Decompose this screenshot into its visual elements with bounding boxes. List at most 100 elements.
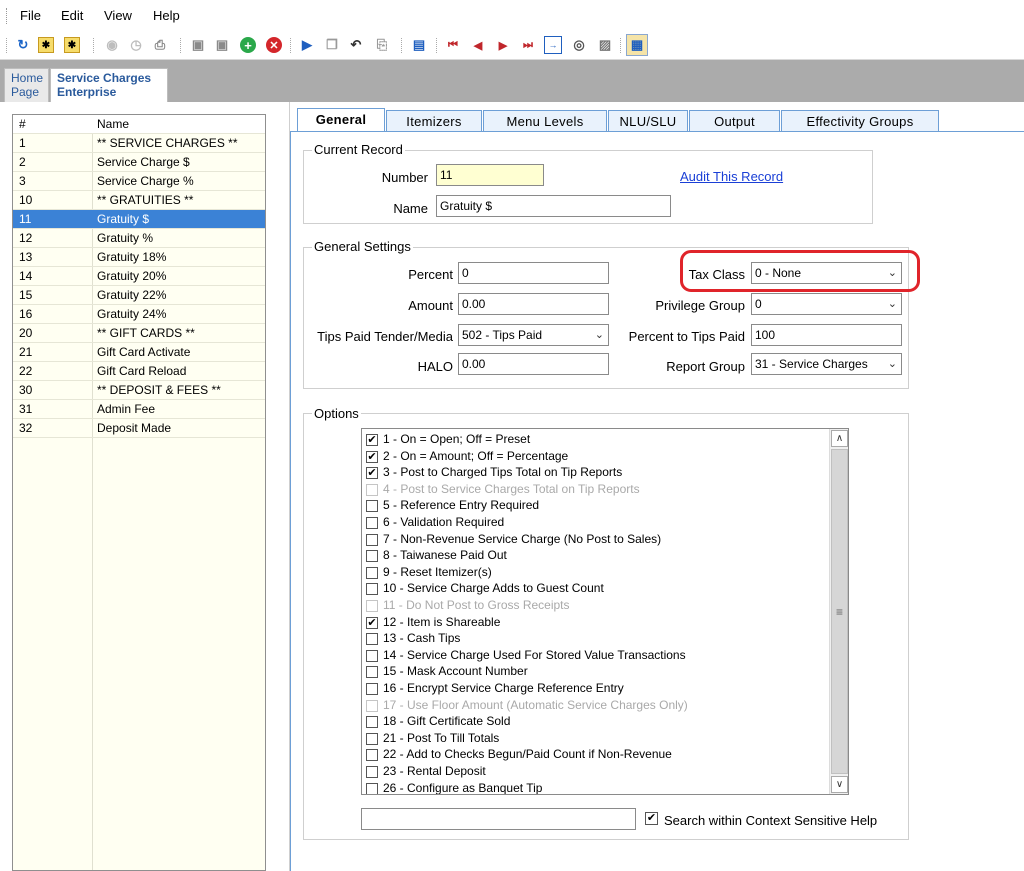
grid-row[interactable]: 21 Gift Card Activate — [13, 343, 265, 362]
blue-doc-icon[interactable]: ▤ — [410, 36, 428, 54]
option-checkbox[interactable] — [366, 583, 378, 596]
percent-to-tips-field[interactable]: 100 — [751, 324, 902, 346]
grid-row[interactable]: 12 Gratuity % — [13, 229, 265, 248]
grid-row[interactable]: 2 Service Charge $ — [13, 153, 265, 172]
grid-row[interactable]: 15 Gratuity 22% — [13, 286, 265, 305]
option-checkbox[interactable] — [366, 483, 378, 496]
tab-output[interactable]: Output — [689, 110, 780, 133]
doc-tab-home-line2: Page — [11, 85, 40, 99]
tab-menu-levels[interactable]: Menu Levels — [483, 110, 607, 133]
option-checkbox[interactable] — [366, 649, 378, 662]
tab-nlu-slu[interactable]: NLU/SLU — [608, 110, 688, 133]
help-search-input[interactable] — [361, 808, 636, 830]
option-checkbox[interactable]: ✔ — [366, 434, 378, 446]
grid-row[interactable]: 10 ** GRATUITIES ** — [13, 191, 265, 210]
grid-cell-name: Service Charge % — [97, 174, 194, 188]
goto-icon[interactable]: → — [544, 36, 562, 54]
circle-icon[interactable]: ◉ — [103, 36, 121, 54]
option-checkbox[interactable] — [366, 782, 378, 794]
tips-paid-select[interactable]: 502 - Tips Paid ⌄ — [458, 324, 609, 346]
percent-field[interactable]: 0 — [458, 262, 609, 284]
tab-itemizers[interactable]: Itemizers — [386, 110, 482, 133]
option-checkbox[interactable]: ✔ — [366, 450, 378, 463]
grid-row[interactable]: 31 Admin Fee — [13, 400, 265, 419]
audit-record-link[interactable]: Audit This Record — [680, 169, 783, 184]
doc-tab-service-charges[interactable]: Service Charges Enterprise — [50, 68, 168, 102]
grid-row[interactable]: 11 Gratuity $ — [13, 210, 265, 229]
option-checkbox[interactable] — [366, 732, 378, 745]
privilege-group-select[interactable]: 0 ⌄ — [751, 293, 902, 315]
options-checklist[interactable]: ✔ 1 - On = Open; Off = Preset ✔ 2 - On = Am… — [361, 428, 849, 795]
copy-icon[interactable]: ❐ — [323, 36, 341, 54]
next-icon[interactable]: ▶ — [494, 36, 512, 54]
option-checkbox[interactable] — [366, 749, 378, 762]
options-scrollbar[interactable]: ∧ ≡ ∨ — [829, 429, 848, 794]
prev-icon[interactable]: ◀ — [469, 36, 487, 54]
last-icon[interactable]: ⏭ — [519, 36, 537, 54]
new-copy-icon[interactable]: ✱ — [64, 37, 80, 53]
binoculars-icon[interactable]: ◎ — [570, 36, 588, 54]
document-tabs-bar: Home Page Service Charges Enterprise — [0, 60, 1024, 102]
tab-general[interactable]: General — [297, 108, 385, 133]
insert-icon[interactable]: ▶ — [298, 36, 316, 54]
option-checkbox[interactable] — [366, 550, 378, 563]
help-search-checkbox[interactable]: ✔ — [645, 812, 658, 825]
toolbar-separator — [401, 38, 402, 53]
grid-row[interactable]: 3 Service Charge % — [13, 172, 265, 191]
option-checkbox[interactable] — [366, 683, 378, 695]
records-grid[interactable]: # Name 1 ** SERVICE CHARGES ** 2 Service Char… — [12, 114, 266, 871]
menu-edit[interactable]: Edit — [61, 8, 83, 23]
option-checkbox[interactable] — [366, 533, 378, 546]
grid-row[interactable]: 20 ** GIFT CARDS ** — [13, 324, 265, 343]
paste-icon[interactable]: ⎘ — [373, 36, 391, 54]
option-checkbox[interactable] — [366, 666, 378, 679]
table-icon[interactable]: ▦ — [626, 34, 648, 56]
name-field[interactable]: Gratuity $ — [436, 195, 671, 217]
scroll-up-icon[interactable]: ∧ — [831, 430, 848, 447]
menu-help[interactable]: Help — [153, 8, 180, 23]
save-all-icon[interactable]: ▣ — [213, 36, 231, 54]
option-label: 13 - Cash Tips — [383, 631, 461, 646]
menu-file[interactable]: File — [20, 8, 41, 23]
option-checkbox[interactable] — [366, 566, 378, 579]
scroll-thumb[interactable]: ≡ — [831, 449, 848, 774]
option-checkbox[interactable] — [366, 633, 378, 646]
option-checkbox[interactable]: ✔ — [366, 616, 378, 629]
scroll-down-icon[interactable]: ∨ — [831, 776, 848, 793]
option-checkbox[interactable] — [366, 500, 378, 513]
option-checkbox[interactable] — [366, 699, 378, 712]
menu-bar: File Edit View Help — [0, 0, 1024, 32]
option-checkbox[interactable] — [366, 517, 378, 529]
new-icon[interactable]: ✱ — [38, 37, 54, 53]
halo-field[interactable]: 0.00 — [458, 353, 609, 375]
grid-row[interactable]: 1 ** SERVICE CHARGES ** — [13, 134, 265, 153]
tab-effectivity-groups[interactable]: Effectivity Groups — [781, 110, 939, 133]
grid-row[interactable]: 22 Gift Card Reload — [13, 362, 265, 381]
grid-row[interactable]: 32 Deposit Made — [13, 419, 265, 438]
clock-icon[interactable]: ◷ — [127, 36, 145, 54]
option-checkbox[interactable] — [366, 716, 378, 729]
menu-view[interactable]: View — [104, 8, 132, 23]
first-icon[interactable]: ⏮ — [444, 36, 462, 54]
add-icon[interactable]: + — [240, 37, 256, 53]
grid-row[interactable]: 13 Gratuity 18% — [13, 248, 265, 267]
option-checkbox[interactable] — [366, 600, 378, 612]
option-checkbox[interactable]: ✔ — [366, 467, 378, 480]
print-icon[interactable]: ⎙ — [151, 36, 169, 54]
grid-cell-number: 15 — [19, 288, 33, 302]
save-icon[interactable]: ▣ — [189, 36, 207, 54]
find-icon[interactable]: ▨ — [596, 36, 614, 54]
amount-field[interactable]: 0.00 — [458, 293, 609, 315]
refresh-icon[interactable]: ↻ — [14, 36, 32, 54]
report-group-select[interactable]: 31 - Service Charges ⌄ — [751, 353, 902, 375]
grid-row[interactable]: 30 ** DEPOSIT & FEES ** — [13, 381, 265, 400]
doc-tab-home[interactable]: Home Page — [4, 68, 49, 102]
grid-row[interactable]: 16 Gratuity 24% — [13, 305, 265, 324]
current-record-title: Current Record — [312, 142, 405, 157]
delete-icon[interactable]: ✕ — [266, 37, 282, 53]
grid-row[interactable]: 14 Gratuity 20% — [13, 267, 265, 286]
undo-icon[interactable]: ↶ — [347, 36, 365, 54]
privilege-group-value: 0 — [755, 297, 762, 311]
option-checkbox[interactable] — [366, 766, 378, 778]
number-field[interactable]: 11 — [436, 164, 544, 186]
